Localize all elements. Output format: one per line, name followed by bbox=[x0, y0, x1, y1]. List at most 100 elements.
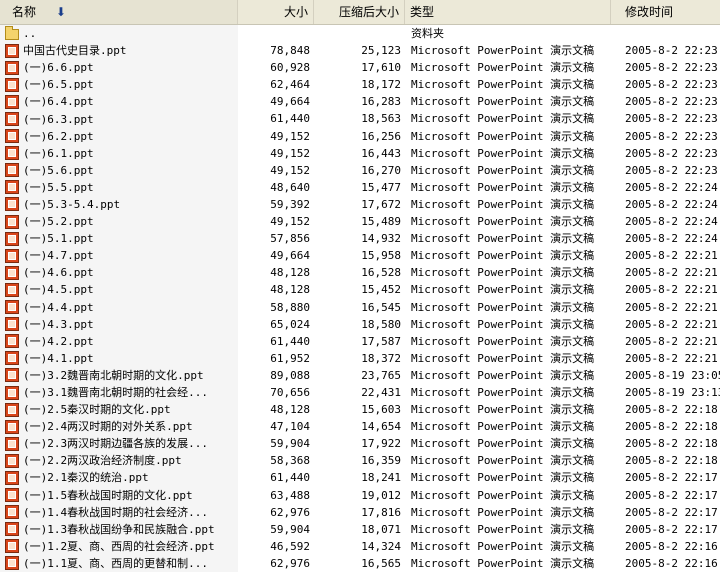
file-row[interactable]: (一)3.1魏晋南北朝时期的社会经... 70,656 22,431 Microsof… bbox=[0, 383, 720, 402]
file-size: 46,592 bbox=[270, 539, 310, 553]
file-list: .. 资料夹 中国古代史目录.ppt 78,848 25,123 Microsoft … bbox=[0, 25, 720, 572]
file-size: 62,976 bbox=[270, 556, 310, 570]
sort-down-arrow-icon: ⬇ bbox=[55, 5, 66, 19]
file-type: Microsoft PowerPoint 演示文稿 bbox=[411, 283, 595, 297]
file-row[interactable]: (一)5.1.ppt 57,856 14,932 Microsoft PowerPoi… bbox=[0, 230, 720, 248]
file-row[interactable]: (一)6.1.ppt 49,152 16,443 Microsoft PowerPoi… bbox=[0, 144, 720, 162]
powerpoint-file-icon bbox=[5, 214, 19, 229]
file-type: Microsoft PowerPoint 演示文稿 bbox=[411, 78, 595, 92]
file-size: 70,656 bbox=[270, 385, 310, 399]
file-row[interactable]: (一)4.3.ppt 65,024 18,580 Microsoft PowerPoi… bbox=[0, 315, 720, 333]
file-row[interactable]: (一)6.4.ppt 49,664 16,283 Microsoft PowerPoi… bbox=[0, 93, 720, 111]
file-size: 47,104 bbox=[270, 420, 310, 434]
file-row[interactable]: (一)5.5.ppt 48,640 15,477 Microsoft PowerPoi… bbox=[0, 178, 720, 196]
file-row[interactable]: (一)5.3-5.4.ppt 59,392 17,672 Microsoft Powe… bbox=[0, 195, 720, 214]
file-size: 89,088 bbox=[270, 368, 310, 382]
file-row[interactable]: (一)4.6.ppt 48,128 16,528 Microsoft PowerPoi… bbox=[0, 264, 720, 282]
file-compressed-size: 18,372 bbox=[361, 351, 401, 365]
file-name-cell: (一)6.5.ppt bbox=[0, 76, 238, 94]
file-compressed-size: 17,922 bbox=[361, 437, 401, 451]
parent-folder-row[interactable]: .. 资料夹 bbox=[0, 25, 720, 43]
powerpoint-file-icon bbox=[5, 453, 19, 468]
powerpoint-file-icon bbox=[5, 94, 19, 109]
file-compressed-size: 18,241 bbox=[361, 471, 401, 485]
file-name: (一)1.3春秋战国纷争和民族融合.ppt bbox=[23, 522, 215, 536]
powerpoint-file-icon bbox=[5, 351, 19, 366]
file-row[interactable]: (一)2.4两汉时期的对外关系.ppt 47,104 14,654 Microsoft… bbox=[0, 418, 720, 436]
file-name-cell: (一)4.1.ppt bbox=[0, 349, 238, 367]
file-row[interactable]: (一)6.2.ppt 49,152 16,256 Microsoft PowerPoi… bbox=[0, 127, 720, 145]
file-row[interactable]: (一)6.3.ppt 61,440 18,563 Microsoft PowerPoi… bbox=[0, 110, 720, 128]
powerpoint-file-icon bbox=[5, 146, 19, 161]
file-modified: 2005-8-2 22:23 bbox=[625, 146, 718, 160]
file-type: Microsoft PowerPoint 演示文稿 bbox=[411, 129, 595, 143]
powerpoint-file-icon bbox=[5, 197, 19, 212]
powerpoint-file-icon bbox=[5, 265, 19, 280]
file-type: Microsoft PowerPoint 演示文稿 bbox=[411, 403, 595, 417]
file-name: (一)5.6.ppt bbox=[23, 163, 94, 177]
column-header-name[interactable]: 名称 ⬇ bbox=[0, 0, 238, 24]
file-name: (一)6.3.ppt bbox=[23, 112, 94, 126]
file-type: Microsoft PowerPoint 演示文稿 bbox=[411, 556, 595, 570]
powerpoint-file-icon bbox=[5, 436, 19, 451]
file-type: Microsoft PowerPoint 演示文稿 bbox=[411, 232, 595, 246]
file-name-cell: (一)2.3两汉时期边疆各族的发展... bbox=[0, 435, 238, 453]
file-modified: 2005-8-2 22:18 bbox=[625, 420, 718, 434]
powerpoint-file-icon bbox=[5, 470, 19, 485]
powerpoint-file-icon bbox=[5, 231, 19, 246]
file-name: (一)4.3.ppt bbox=[23, 317, 94, 331]
file-row[interactable]: (一)4.4.ppt 58,880 16,545 Microsoft PowerPoi… bbox=[0, 298, 720, 316]
file-row[interactable]: 中国古代史目录.ppt 78,848 25,123 Microsoft PowerPo… bbox=[0, 42, 720, 60]
powerpoint-file-icon bbox=[5, 248, 19, 263]
file-name-cell: (一)6.3.ppt bbox=[0, 110, 238, 128]
file-type: Microsoft PowerPoint 演示文稿 bbox=[411, 180, 595, 194]
file-row[interactable]: (一)2.2两汉政治经济制度.ppt 58,368 16,359 Microsoft … bbox=[0, 452, 720, 470]
file-size: 60,928 bbox=[270, 61, 310, 75]
file-size: 59,904 bbox=[270, 437, 310, 451]
file-row[interactable]: (一)1.1夏、商、西周的更替和制... 62,976 16,565 Microsof… bbox=[0, 554, 720, 572]
file-row[interactable]: (一)4.5.ppt 48,128 15,452 Microsoft PowerPoi… bbox=[0, 281, 720, 299]
file-name: (一)4.7.ppt bbox=[23, 249, 94, 263]
file-row[interactable]: (一)4.2.ppt 61,440 17,587 Microsoft PowerPoi… bbox=[0, 332, 720, 350]
file-row[interactable]: (一)4.7.ppt 49,664 15,958 Microsoft PowerPoi… bbox=[0, 247, 720, 265]
file-row[interactable]: (一)2.5秦汉时期的文化.ppt 48,128 15,603 Microsoft P… bbox=[0, 401, 720, 419]
file-type: Microsoft PowerPoint 演示文稿 bbox=[411, 385, 595, 399]
file-name-cell: (一)2.5秦汉时期的文化.ppt bbox=[0, 401, 238, 419]
file-type: Microsoft PowerPoint 演示文稿 bbox=[411, 163, 595, 177]
file-compressed-size: 15,958 bbox=[361, 249, 401, 263]
file-row[interactable]: (一)1.3春秋战国纷争和民族融合.ppt 59,904 18,071 Microso… bbox=[0, 520, 720, 538]
file-row[interactable]: (一)6.5.ppt 62,464 18,172 Microsoft PowerPoi… bbox=[0, 76, 720, 94]
file-name-cell: (一)2.2两汉政治经济制度.ppt bbox=[0, 452, 238, 470]
file-row[interactable]: (一)2.1秦汉的统治.ppt 61,440 18,241 Microsoft Pow… bbox=[0, 469, 720, 487]
file-name-cell: (一)6.4.ppt bbox=[0, 93, 238, 111]
file-row[interactable]: (一)1.2夏、商、西周的社会经济.ppt 46,592 14,324 Microso… bbox=[0, 537, 720, 555]
file-name: 中国古代史目录.ppt bbox=[23, 44, 127, 58]
file-row[interactable]: (一)1.4春秋战国时期的社会经济... 62,976 17,816 Microsof… bbox=[0, 503, 720, 521]
file-type: Microsoft PowerPoint 演示文稿 bbox=[411, 488, 595, 502]
column-header-type[interactable]: 类型 bbox=[405, 0, 611, 24]
file-name-cell: (一)6.2.ppt bbox=[0, 127, 238, 145]
file-size: 61,440 bbox=[270, 112, 310, 126]
column-header-modified[interactable]: 修改时间 bbox=[611, 0, 720, 24]
file-size: 61,440 bbox=[270, 471, 310, 485]
file-name-cell: (一)1.2夏、商、西周的社会经济.ppt bbox=[0, 537, 238, 555]
file-size: 49,664 bbox=[270, 249, 310, 263]
file-compressed-size: 22,431 bbox=[361, 385, 401, 399]
file-name: (一)6.4.ppt bbox=[23, 95, 94, 109]
file-size: 48,128 bbox=[270, 283, 310, 297]
file-row[interactable]: (一)1.5春秋战国时期的文化.ppt 63,488 19,012 Microsoft… bbox=[0, 486, 720, 504]
file-row[interactable]: (一)2.3两汉时期边疆各族的发展... 59,904 17,922 Microsof… bbox=[0, 435, 720, 453]
file-row[interactable]: (一)6.6.ppt 60,928 17,610 Microsoft PowerPoi… bbox=[0, 59, 720, 77]
file-type: Microsoft PowerPoint 演示文稿 bbox=[411, 44, 595, 58]
file-compressed-size: 16,528 bbox=[361, 266, 401, 280]
file-row[interactable]: (一)5.6.ppt 49,152 16,270 Microsoft PowerPoi… bbox=[0, 161, 720, 179]
file-modified: 2005-8-2 22:18 bbox=[625, 403, 718, 417]
file-row[interactable]: (一)3.2魏晋南北朝时期的文化.ppt 89,088 23,765 Microsof… bbox=[0, 366, 720, 384]
file-row[interactable]: (一)4.1.ppt 61,952 18,372 Microsoft PowerPoi… bbox=[0, 349, 720, 367]
column-header-size[interactable]: 大小 bbox=[238, 0, 314, 24]
file-type: Microsoft PowerPoint 演示文稿 bbox=[411, 454, 595, 468]
file-modified: 2005-8-2 22:17 bbox=[625, 522, 718, 536]
file-type: Microsoft PowerPoint 演示文稿 bbox=[411, 437, 595, 451]
file-row[interactable]: (一)5.2.ppt 49,152 15,489 Microsoft PowerPoi… bbox=[0, 213, 720, 231]
column-header-compressed-size[interactable]: 压缩后大小 bbox=[314, 0, 405, 24]
